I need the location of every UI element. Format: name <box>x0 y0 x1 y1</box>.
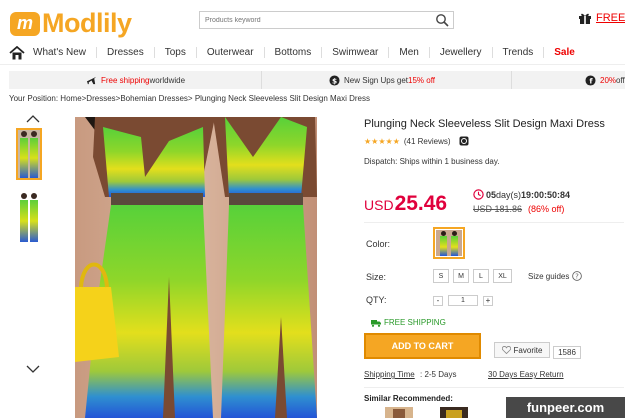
promo-signup[interactable]: $ New Sign Ups get 15% off <box>262 71 512 89</box>
product-title: Plunging Neck Sleeveless Slit Design Max… <box>364 118 605 130</box>
breadcrumb: Your Position: Home>Dresses>Bohemian Dre… <box>9 94 370 103</box>
breadcrumb-prefix: Your Position: <box>9 94 61 103</box>
facebook-icon: f <box>585 74 596 85</box>
site-header: m Modlily FREE <box>0 0 625 40</box>
dispatch-info: Dispatch: Ships within 1 business day. <box>364 157 500 166</box>
nav-sale[interactable]: Sale <box>544 47 585 58</box>
promo-free-shipping[interactable]: Free shipping worldwide <box>9 71 262 89</box>
product-main-image[interactable] <box>75 117 317 418</box>
nav-dresses[interactable]: Dresses <box>97 47 155 58</box>
divider <box>364 387 624 388</box>
shipping-time-value: : 2-5 Days <box>420 370 457 379</box>
nav-tops[interactable]: Tops <box>155 47 197 58</box>
home-icon[interactable] <box>9 45 25 60</box>
rating-stars: ★★★★★ <box>364 136 400 146</box>
qty-decrease-button[interactable]: - <box>433 295 443 306</box>
nav-jewellery[interactable]: Jewellery <box>430 47 493 58</box>
nav-men[interactable]: Men <box>389 47 430 58</box>
easy-return-link[interactable]: 30 Days Easy Return <box>488 370 564 379</box>
promo-signup-text: New Sign Ups get <box>344 75 409 85</box>
search-input[interactable] <box>200 16 430 24</box>
truck-icon <box>371 319 381 327</box>
free-gift-text: FREE <box>596 12 625 24</box>
promo-facebook[interactable]: f 20% off <box>512 71 625 89</box>
site-logo[interactable]: m Modlily <box>10 8 132 39</box>
share-icon[interactable] <box>459 136 469 146</box>
search-box <box>199 11 454 29</box>
timer-time: 19:00:50:84 <box>521 189 571 200</box>
breadcrumb-path[interactable]: Home>Dresses>Bohemian Dresses> <box>60 94 195 103</box>
svg-text:$: $ <box>332 76 337 85</box>
nav-outerwear[interactable]: Outerwear <box>197 47 265 58</box>
qty-increase-button[interactable]: + <box>483 295 493 306</box>
size-option-m[interactable]: M <box>453 269 469 283</box>
favorite-label: Favorite <box>513 345 543 355</box>
thumb-scroll-up-icon[interactable] <box>26 114 40 124</box>
airplane-icon <box>86 76 97 84</box>
thumb-scroll-down-icon[interactable] <box>26 364 40 374</box>
old-price: USD 181.86 <box>473 204 523 214</box>
dollar-icon: $ <box>329 74 340 86</box>
free-shipping-text: FREE SHIPPING <box>384 318 446 327</box>
timer-days: 05 <box>486 189 497 200</box>
size-label: Size: <box>366 272 387 282</box>
watermark: funpeer.com <box>506 397 625 418</box>
color-label: Color: <box>366 239 391 249</box>
price-value: 25.46 <box>394 192 448 215</box>
question-icon: ? <box>572 271 583 281</box>
qty-label: QTY: <box>366 295 387 305</box>
add-to-cart-button[interactable]: ADD TO CART <box>364 333 481 359</box>
shipping-time-label: Shipping Time <box>364 370 415 379</box>
size-option-l[interactable]: L <box>473 269 489 283</box>
reviews-link[interactable]: (41 Reviews) <box>404 137 451 146</box>
size-guide-link[interactable]: Size guides ? <box>528 271 583 281</box>
favorite-button[interactable]: Favorite <box>494 342 550 358</box>
size-guide-text: Size guides <box>528 271 570 281</box>
price-currency: USD <box>364 197 394 213</box>
similar-item-thumbnail[interactable] <box>385 407 413 418</box>
heart-icon <box>501 346 511 354</box>
quantity-stepper: - 1 + <box>433 295 493 306</box>
clock-icon <box>473 189 484 200</box>
gift-icon <box>579 13 591 24</box>
similar-item-thumbnail[interactable] <box>440 407 468 418</box>
logo-mark: m <box>10 11 40 36</box>
main-nav: What's New Dresses Tops Outerwear Bottom… <box>0 41 625 65</box>
logo-text: Modlily <box>42 8 132 38</box>
promo-free-shipping-text: worldwide <box>149 75 186 85</box>
qty-input[interactable]: 1 <box>448 295 478 306</box>
size-selector: S M L XL Size guides ? <box>433 269 583 283</box>
original-price: USD 181.86 (86% off) <box>473 204 564 214</box>
product-price: USD 25.46 <box>364 192 447 216</box>
color-swatch-selected[interactable] <box>433 227 465 259</box>
free-gift-link[interactable]: FREE <box>578 11 625 25</box>
breadcrumb-current: Plunging Neck Sleeveless Slit Design Max… <box>194 94 370 103</box>
nav-whats-new[interactable]: What's New <box>29 47 98 58</box>
shipping-time-link[interactable]: Shipping Time <box>364 370 415 379</box>
timer-days-label: day(s) <box>496 189 522 200</box>
promo-signup-red: 15% off <box>408 75 436 85</box>
countdown-timer: 05 day(s) 19:00:50:84 <box>473 189 570 200</box>
product-rating: ★★★★★ (41 Reviews) <box>364 136 469 146</box>
promo-bar: Free shipping worldwide $ New Sign Ups g… <box>9 71 625 89</box>
free-shipping-note: FREE SHIPPING <box>371 318 446 327</box>
divider <box>364 222 624 223</box>
favorite-count: 1586 <box>553 346 581 359</box>
product-thumbnail-1[interactable] <box>16 128 42 180</box>
size-option-s[interactable]: S <box>433 269 449 283</box>
promo-third-red: 20% <box>600 75 617 85</box>
product-thumbnail-2[interactable] <box>16 190 42 242</box>
search-icon[interactable] <box>435 13 449 27</box>
promo-third-text: off <box>616 75 625 85</box>
discount-badge: (86% off) <box>528 204 565 214</box>
promo-free-shipping-red: Free shipping <box>101 75 150 85</box>
similar-recommended-heading: Similar Recommended: <box>364 394 453 403</box>
size-option-xl[interactable]: XL <box>493 269 512 283</box>
nav-trends[interactable]: Trends <box>493 47 545 58</box>
svg-text:?: ? <box>576 273 580 281</box>
nav-bottoms[interactable]: Bottoms <box>265 47 323 58</box>
nav-swimwear[interactable]: Swimwear <box>322 47 390 58</box>
